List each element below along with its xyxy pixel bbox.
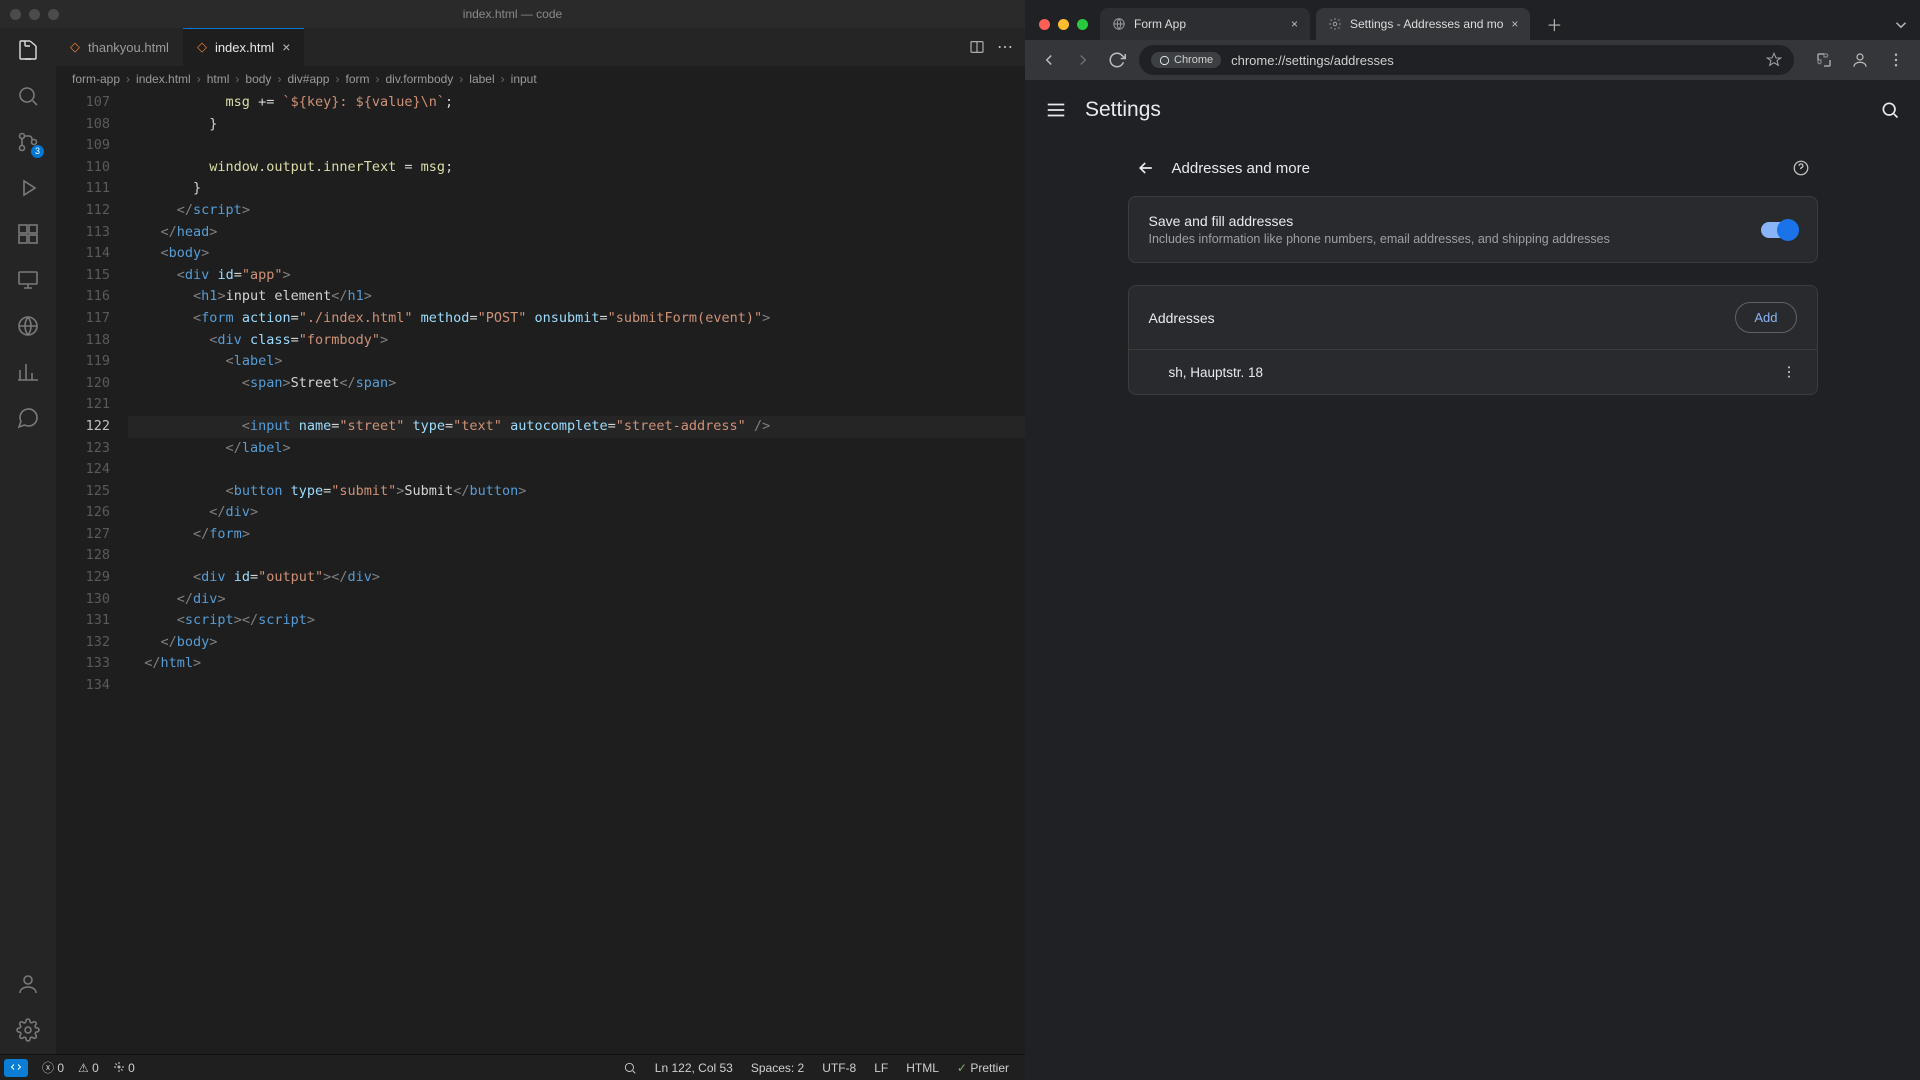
section-title: Addresses and more (1172, 160, 1310, 177)
status-formatter[interactable]: Prettier (957, 1061, 1009, 1075)
maximize-window-icon[interactable] (1077, 19, 1088, 30)
status-lang[interactable]: HTML (906, 1061, 939, 1075)
vscode-activity-bar: 3 (0, 28, 56, 1054)
globe-icon (1112, 17, 1126, 31)
editor-tab-label: index.html (215, 40, 274, 55)
status-ports[interactable]: 0 (113, 1061, 135, 1075)
vscode-window-title: index.html — code (463, 7, 562, 21)
breadcrumb-item[interactable]: div#app (287, 72, 329, 86)
html-file-icon: ◇ (70, 39, 80, 55)
breadcrumb-item[interactable]: form-app (72, 72, 120, 86)
settings-section-header: Addresses and more (1128, 148, 1818, 196)
addresses-header: Addresses (1149, 310, 1720, 326)
settings-title: Settings (1085, 98, 1161, 122)
new-tab-button[interactable]: ＋ (1540, 10, 1568, 38)
editor-breadcrumbs[interactable]: form-app›index.html›html›body›div#app›fo… (56, 66, 1025, 92)
chrome-window-controls[interactable] (1039, 19, 1088, 30)
run-debug-icon[interactable] (16, 176, 40, 200)
breadcrumb-item[interactable]: div.formbody (385, 72, 453, 86)
live-share-icon[interactable] (16, 314, 40, 338)
more-icon[interactable] (1781, 364, 1797, 380)
chrome-toolbar: Chrome chrome://settings/addresses (1025, 40, 1920, 80)
status-feedback-icon[interactable] (623, 1061, 637, 1075)
browser-tab-label: Form App (1134, 17, 1283, 31)
menu-icon[interactable] (1045, 99, 1067, 121)
traffic-dot[interactable] (10, 9, 21, 20)
chrome-viewport: Settings Addresses and more Save and fil… (1025, 80, 1920, 1080)
address-entry[interactable]: sh, Hauptstr. 18 (1129, 349, 1817, 394)
traffic-dot[interactable] (29, 9, 40, 20)
save-fill-toggle[interactable] (1761, 222, 1797, 238)
remote-indicator[interactable] (4, 1059, 28, 1077)
browser-tab-settings[interactable]: Settings - Addresses and mo × (1316, 8, 1530, 40)
remote-explorer-icon[interactable] (16, 268, 40, 292)
address-entry-label: sh, Hauptstr. 18 (1169, 365, 1264, 380)
address-bar-url: chrome://settings/addresses (1231, 53, 1394, 68)
status-eol[interactable]: LF (874, 1061, 888, 1075)
editor-tab-thankyou[interactable]: ◇ thankyou.html (56, 28, 183, 66)
vscode-status-bar: ⓧ 0 ⚠ 0 0 Ln 122, Col 53 Spaces: 2 UTF-8… (0, 1054, 1025, 1080)
source-control-icon[interactable]: 3 (16, 130, 40, 154)
split-editor-icon[interactable] (969, 39, 985, 55)
vscode-window: index.html — code 3 ◇ (0, 0, 1025, 1080)
minimize-window-icon[interactable] (1058, 19, 1069, 30)
gear-icon (1328, 17, 1342, 31)
accounts-icon[interactable] (16, 972, 40, 996)
extensions-icon[interactable] (1810, 46, 1838, 74)
vscode-window-controls[interactable] (10, 9, 59, 20)
breadcrumb-item[interactable]: form (345, 72, 369, 86)
close-icon[interactable]: × (1291, 17, 1298, 31)
toggle-title: Save and fill addresses (1149, 213, 1745, 229)
editor-tabs: ◇ thankyou.html ◇ index.html × ⋯ (56, 28, 1025, 66)
breadcrumb-item[interactable]: label (469, 72, 494, 86)
addresses-card: Addresses Add sh, Hauptstr. 18 (1128, 285, 1818, 395)
status-encoding[interactable]: UTF-8 (822, 1061, 856, 1075)
chrome-window: Form App × Settings - Addresses and mo ×… (1025, 0, 1920, 1080)
browser-tab-formapp[interactable]: Form App × (1100, 8, 1310, 40)
breadcrumb-item[interactable]: body (245, 72, 271, 86)
more-icon[interactable]: ⋯ (997, 37, 1013, 57)
bookmark-icon[interactable] (1766, 52, 1782, 68)
editor-tab-label: thankyou.html (88, 40, 169, 55)
explorer-icon[interactable] (16, 38, 40, 62)
save-fill-card: Save and fill addresses Includes informa… (1128, 196, 1818, 263)
breadcrumb-item[interactable]: input (511, 72, 537, 86)
add-address-button[interactable]: Add (1735, 302, 1796, 333)
breadcrumb-item[interactable]: index.html (136, 72, 191, 86)
close-window-icon[interactable] (1039, 19, 1050, 30)
comments-icon[interactable] (16, 406, 40, 430)
scm-badge: 3 (31, 145, 44, 158)
graph-icon[interactable] (16, 360, 40, 384)
reload-button[interactable] (1103, 46, 1131, 74)
chrome-tab-strip: Form App × Settings - Addresses and mo ×… (1025, 0, 1920, 40)
tab-search-icon[interactable] (1892, 16, 1910, 34)
settings-gear-icon[interactable] (16, 1018, 40, 1042)
settings-header: Settings (1025, 80, 1920, 140)
html-file-icon: ◇ (197, 39, 207, 55)
traffic-dot[interactable] (48, 9, 59, 20)
search-icon[interactable] (1880, 100, 1900, 120)
toggle-subtitle: Includes information like phone numbers,… (1149, 232, 1745, 246)
status-warnings[interactable]: ⚠ 0 (78, 1061, 99, 1075)
status-cursor[interactable]: Ln 122, Col 53 (655, 1061, 733, 1075)
editor-tab-index[interactable]: ◇ index.html × (183, 28, 304, 66)
code-editor[interactable]: 1071081091101111121131141151161171181191… (56, 92, 1025, 1054)
extensions-icon[interactable] (16, 222, 40, 246)
close-icon[interactable]: × (282, 39, 290, 55)
browser-tab-label: Settings - Addresses and mo (1350, 17, 1503, 31)
back-arrow-icon[interactable] (1136, 158, 1156, 178)
help-icon[interactable] (1792, 159, 1810, 177)
search-icon[interactable] (16, 84, 40, 108)
back-button[interactable] (1035, 46, 1063, 74)
breadcrumb-item[interactable]: html (207, 72, 230, 86)
status-errors[interactable]: ⓧ 0 (42, 1059, 64, 1076)
forward-button[interactable] (1069, 46, 1097, 74)
site-chip[interactable]: Chrome (1151, 52, 1221, 68)
close-icon[interactable]: × (1511, 17, 1518, 31)
vscode-titlebar: index.html — code (0, 0, 1025, 28)
chrome-menu-icon[interactable] (1882, 46, 1910, 74)
profile-icon[interactable] (1846, 46, 1874, 74)
status-spaces[interactable]: Spaces: 2 (751, 1061, 804, 1075)
address-bar[interactable]: Chrome chrome://settings/addresses (1139, 45, 1794, 75)
